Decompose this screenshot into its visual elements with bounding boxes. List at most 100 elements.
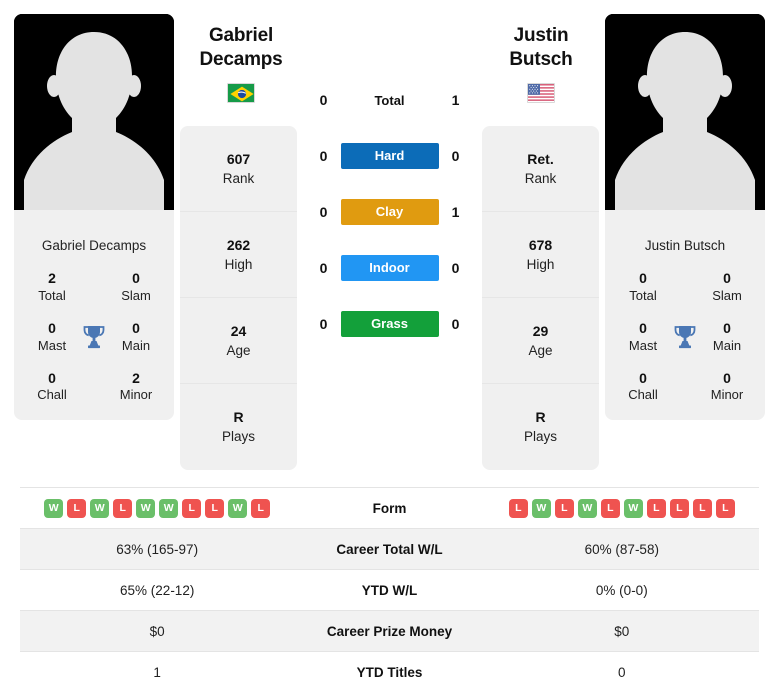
player-first-name-right: Justin xyxy=(513,25,569,46)
plays-label-right: Plays xyxy=(523,429,557,445)
row-label-career-prize-money: Career Prize Money xyxy=(326,623,453,639)
career-prize-money-left: $0 xyxy=(149,623,165,639)
rank-value-left: 607 xyxy=(226,150,251,167)
titles-minor-right: 0 Minor xyxy=(703,369,751,405)
player-photo-right[interactable] xyxy=(605,14,765,224)
h2h-left-score-hard: 0 xyxy=(319,148,328,164)
h2h-row-total: 0 Total 1 xyxy=(297,72,482,128)
high-value-right: 678 xyxy=(528,236,553,253)
form-strip-right: LWLWLWLLLL xyxy=(485,498,759,518)
h2h-label-total: Total xyxy=(374,92,405,108)
player-name-label-left: Gabriel Decamps xyxy=(41,238,147,253)
table-row-form: WLWLWWLLWL Form LWLWLWLLLL xyxy=(20,487,759,529)
titles-total-label-right: Total xyxy=(629,287,657,303)
surface-badge-grass[interactable]: Grass xyxy=(340,311,439,337)
h2h-right-score-grass: 0 xyxy=(451,316,460,332)
titles-slam-value-left: 0 xyxy=(132,270,140,286)
table-row-ytd-wl: 65% (22-12) YTD W/L 0% (0-0) xyxy=(20,569,759,611)
player-column-left: Gabriel Decamps 2 Total 0 Slam 0 Mast 0 … xyxy=(14,14,174,421)
high-value-left: 262 xyxy=(226,236,251,253)
form-badge-loss[interactable]: L xyxy=(692,498,712,518)
form-badge-win[interactable]: W xyxy=(44,498,64,518)
form-badge-win[interactable]: W xyxy=(577,498,597,518)
rank-row-age-left: 24 Age xyxy=(180,298,297,384)
titles-main-label-right: Main xyxy=(712,337,742,353)
surface-badge-indoor[interactable]: Indoor xyxy=(340,255,439,281)
player-comparison-page: Gabriel Decamps 2 Total 0 Slam 0 Mast 0 … xyxy=(0,0,779,699)
h2h-row-indoor: 0 Indoor 0 xyxy=(297,240,482,296)
titles-chall-label-right: Chall xyxy=(628,387,658,403)
form-badge-loss[interactable]: L xyxy=(251,498,271,518)
ytd-titles-left: 1 xyxy=(153,664,161,680)
titles-mast-value-right: 0 xyxy=(639,319,647,336)
form-badge-win[interactable]: W xyxy=(623,498,643,518)
h2h-row-clay: 0 Clay 1 xyxy=(297,184,482,240)
form-badge-loss[interactable]: L xyxy=(508,498,528,518)
form-badge-loss[interactable]: L xyxy=(67,498,87,518)
surface-badge-clay[interactable]: Clay xyxy=(340,199,439,225)
form-cell-left: WLWLWWLLWL xyxy=(20,488,294,529)
surface-badge-hard[interactable]: Hard xyxy=(340,143,439,169)
form-badge-win[interactable]: W xyxy=(159,498,179,518)
form-badge-win[interactable]: W xyxy=(531,498,551,518)
rank-label-left: Rank xyxy=(222,170,255,186)
form-badge-loss[interactable]: L xyxy=(600,498,620,518)
titles-minor-label-right: Minor xyxy=(710,387,744,403)
head-to-head-column: 0 Total 1 0 Hard 0 0 Clay 1 0 Indoor 0 0… xyxy=(297,14,482,352)
rank-value-right: Ret. xyxy=(527,150,554,167)
form-badge-loss[interactable]: L xyxy=(646,498,666,518)
comparison-table: WLWLWWLLWL Form LWLWLWLLLL 63% (165-97) … xyxy=(20,487,759,693)
titles-chall-label-left: Chall xyxy=(37,387,67,403)
player-last-name-left: Decamps xyxy=(199,49,283,71)
ytd-wl-left: 65% (22-12) xyxy=(120,582,195,598)
rank-card-left: 607 Rank 262 High 24 Age R Plays xyxy=(180,126,297,470)
usa-flag-icon xyxy=(527,82,555,103)
h2h-row-grass: 0 Grass 0 xyxy=(297,296,482,352)
row-label-form: Form xyxy=(372,500,407,516)
titles-slam-label-left: Slam xyxy=(121,287,151,303)
trophy-icon xyxy=(77,324,111,350)
form-badge-win[interactable]: W xyxy=(90,498,110,518)
player-heading-right: Justin Butsch xyxy=(482,24,600,103)
rank-card-right: Ret. Rank 678 High 29 Age R Plays xyxy=(482,126,599,470)
form-badge-loss[interactable]: L xyxy=(715,498,735,518)
form-badge-loss[interactable]: L xyxy=(182,498,202,518)
table-row-career-prize-money: $0 Career Prize Money $0 xyxy=(20,610,759,652)
titles-main-value-left: 0 xyxy=(132,319,140,336)
trophy-icon xyxy=(668,324,702,350)
form-badge-win[interactable]: W xyxy=(136,498,156,518)
age-value-right: 29 xyxy=(532,322,549,339)
form-badge-loss[interactable]: L xyxy=(113,498,133,518)
h2h-right-score-clay: 1 xyxy=(451,204,460,220)
h2h-right-score-hard: 0 xyxy=(451,148,460,164)
titles-main-right: 0 Main xyxy=(703,319,751,355)
titles-slam-label-right: Slam xyxy=(712,287,742,303)
titles-slam-left: 0 Slam xyxy=(112,269,160,305)
trophy-icon-glyph xyxy=(83,325,105,348)
titles-main-label-left: Main xyxy=(121,337,151,353)
titles-total-label-left: Total xyxy=(38,287,66,303)
high-label-right: High xyxy=(526,256,555,272)
ytd-titles-right: 0 xyxy=(618,664,626,680)
h2h-left-score-grass: 0 xyxy=(319,316,328,332)
titles-row-chall-minor-right: 0 Chall 0 Minor xyxy=(613,369,757,405)
rank-row-high-right: 678 High xyxy=(482,212,599,298)
form-badge-loss[interactable]: L xyxy=(205,498,225,518)
brazil-flag-glyph xyxy=(228,83,254,102)
form-badge-loss[interactable]: L xyxy=(554,498,574,518)
titles-minor-value-left: 2 xyxy=(132,369,140,386)
h2h-badge-cell-indoor: Indoor xyxy=(340,255,439,281)
plays-label-left: Plays xyxy=(221,429,255,445)
player-photo-left[interactable] xyxy=(14,14,174,224)
titles-mast-value-left: 0 xyxy=(48,319,56,336)
titles-main-value-right: 0 xyxy=(723,319,731,336)
plays-value-right: R xyxy=(535,409,546,426)
plays-value-left: R xyxy=(233,409,244,426)
form-badge-win[interactable]: W xyxy=(228,498,248,518)
form-badge-loss[interactable]: L xyxy=(669,498,689,518)
titles-chall-left: 0 Chall xyxy=(28,369,76,405)
rank-row-plays-right: R Plays xyxy=(482,384,599,470)
career-prize-money-right: $0 xyxy=(614,623,630,639)
high-label-left: High xyxy=(224,256,253,272)
h2h-right-score-total: 1 xyxy=(451,92,460,108)
